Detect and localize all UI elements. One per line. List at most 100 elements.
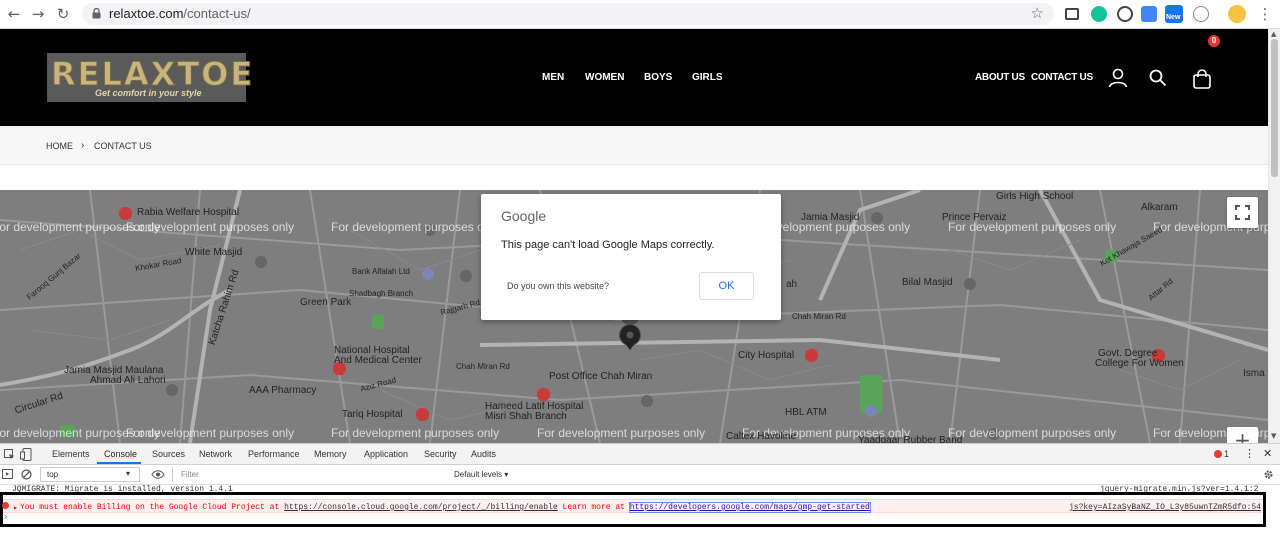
menu-dots-icon[interactable]: ⋮ xyxy=(1255,4,1275,24)
address-bar[interactable]: relaxtoe.com/contact-us/ ☆ xyxy=(82,3,1054,25)
map-label: Chah Miran Rd xyxy=(456,362,510,371)
console-prompt[interactable]: › xyxy=(3,512,8,522)
map-label: Girls High School xyxy=(996,191,1074,202)
tab-console[interactable]: Console xyxy=(104,449,137,459)
maps-error-dialog: Google This page can't load Google Maps … xyxy=(481,194,781,320)
new-extension-icon[interactable]: New xyxy=(1165,5,1183,23)
device-toolbar-icon[interactable] xyxy=(20,448,32,461)
map-label: Isma xyxy=(1243,368,1265,379)
nav-contact-us[interactable]: CONTACT US xyxy=(1031,72,1093,83)
error-icon xyxy=(1214,450,1222,458)
cart-icon[interactable] xyxy=(1192,69,1212,89)
filter-input[interactable]: Filter xyxy=(172,467,446,482)
tab-performance[interactable]: Performance xyxy=(248,449,300,459)
error-icon xyxy=(2,502,9,509)
profile-avatar[interactable] xyxy=(1228,5,1246,23)
map-label: AAA Pharmacy xyxy=(249,385,317,396)
map-label: Shadbagh Branch xyxy=(349,289,414,298)
nav-women[interactable]: WOMEN xyxy=(585,72,624,83)
user-icon[interactable] xyxy=(1108,68,1128,88)
nav-boys[interactable]: BOYS xyxy=(644,72,672,83)
zoom-in-button[interactable]: + xyxy=(1227,427,1258,443)
chevron-down-icon: ▾ xyxy=(126,469,131,478)
map-watermark: For development purposes only xyxy=(126,426,295,440)
expand-arrow-icon[interactable]: ▸ xyxy=(13,503,18,513)
billing-link[interactable]: https://console.cloud.google.com/project… xyxy=(284,503,558,512)
page-scrollbar[interactable]: ▲ ▼ xyxy=(1268,29,1280,443)
site-header: RELAXTOE Get comfort in your style MEN W… xyxy=(0,29,1268,126)
tab-audits[interactable]: Audits xyxy=(471,449,496,459)
sidebar-toggle-icon[interactable] xyxy=(2,469,13,479)
tab-elements[interactable]: Elements xyxy=(52,449,90,459)
nav-men[interactable]: MEN xyxy=(542,72,564,83)
lock-icon xyxy=(92,8,101,19)
logo-tagline: Get comfort in your style xyxy=(95,88,202,98)
context-select[interactable]: top ▾ xyxy=(40,467,140,482)
reload-icon[interactable]: ↻ xyxy=(53,4,73,24)
map-label: White Masjid xyxy=(185,247,243,258)
map-label: Yaadgaar Rubber Band xyxy=(858,435,963,443)
wordpress-icon[interactable] xyxy=(1117,6,1133,22)
logo[interactable]: RELAXTOE Get comfort in your style xyxy=(47,53,253,102)
close-icon[interactable]: ✕ xyxy=(1263,447,1272,460)
map-label: Prince Pervaiz xyxy=(942,212,1007,223)
error-source-link[interactable]: js?key=AIzaSyBaNZ_IO_L3y85uwnTZmR5dfo:54 xyxy=(1069,503,1261,512)
map-label: Green Park xyxy=(300,297,352,308)
settings-gear-icon[interactable] xyxy=(1263,469,1274,480)
cart-count-badge: 0 xyxy=(1208,35,1220,47)
tab-application[interactable]: Application xyxy=(364,449,408,459)
map-label: Chah Miran Rd xyxy=(792,312,846,321)
clear-console-icon[interactable] xyxy=(21,469,32,480)
star-icon[interactable]: ☆ xyxy=(1031,4,1044,22)
scroll-up-icon[interactable]: ▲ xyxy=(1271,30,1276,38)
globe-icon[interactable] xyxy=(1193,6,1209,22)
scroll-down-icon[interactable]: ▼ xyxy=(1271,432,1276,440)
breadcrumb-separator: › xyxy=(81,140,85,151)
grammarly-icon[interactable] xyxy=(1091,6,1107,22)
ok-button[interactable]: OK xyxy=(699,272,754,300)
dialog-message: This page can't load Google Maps correct… xyxy=(501,239,715,251)
translate-icon[interactable] xyxy=(1141,6,1157,22)
docs-link[interactable]: https://developers.google.com/maps/gmp-g… xyxy=(628,502,871,513)
map-label: HBL ATM xyxy=(785,407,827,418)
map-label: Bilal Masjid xyxy=(902,277,953,288)
map-label: City Hospital xyxy=(738,350,795,361)
back-icon[interactable]: ← xyxy=(4,4,24,24)
fullscreen-icon[interactable] xyxy=(1227,197,1258,228)
map-watermark: For development purposes only xyxy=(948,426,1117,440)
active-tab-indicator xyxy=(97,462,141,464)
inspect-element-icon[interactable] xyxy=(4,449,15,460)
tab-security[interactable]: Security xyxy=(424,449,457,459)
map-watermark: For development purposes only xyxy=(537,426,706,440)
map-watermark: For development purposes only xyxy=(331,426,500,440)
map-label: Alkaram xyxy=(1141,202,1178,213)
error-count[interactable]: 1 xyxy=(1224,449,1229,459)
dialog-question: Do you own this website? xyxy=(507,281,610,291)
map-watermark: For development purposes only xyxy=(126,220,295,234)
breadcrumb: HOME › CONTACT US xyxy=(0,126,1268,165)
search-icon[interactable] xyxy=(1149,69,1167,87)
tab-sources[interactable]: Sources xyxy=(152,449,185,459)
breadcrumb-home[interactable]: HOME xyxy=(46,141,73,151)
log-levels-dropdown[interactable]: Default levels ▾ xyxy=(454,470,508,479)
map-label: Rabia Welfare Hospital xyxy=(137,207,240,218)
forward-icon[interactable]: → xyxy=(28,4,48,24)
map-label: ah xyxy=(786,279,798,290)
devtools-menu-icon[interactable]: ⋮ xyxy=(1244,447,1255,460)
breadcrumb-current: CONTACT US xyxy=(94,141,152,151)
console-error-row: ▸ You must enable Billing on the Google … xyxy=(2,499,1263,513)
map-label: Caltex Havoline xyxy=(726,431,797,442)
tab-network[interactable]: Network xyxy=(199,449,232,459)
scroll-thumb[interactable] xyxy=(1271,39,1278,177)
extension-icon[interactable] xyxy=(1065,8,1079,20)
nav-about-us[interactable]: ABOUT US xyxy=(975,72,1025,83)
nav-girls[interactable]: GIRLS xyxy=(692,72,723,83)
eye-icon[interactable] xyxy=(151,470,165,479)
map-label: Tariq Hospital xyxy=(342,409,403,420)
map-label: And Medical Center xyxy=(334,355,422,366)
error-message: You must enable Billing on the Google Cl… xyxy=(20,502,871,513)
tab-memory[interactable]: Memory xyxy=(314,449,347,459)
map-label: Ahmad Ali Lahori xyxy=(90,375,166,386)
browser-toolbar: ← → ↻ relaxtoe.com/contact-us/ ☆ New ⋮ xyxy=(0,0,1280,29)
map-watermark: For development purposes only xyxy=(331,220,500,234)
